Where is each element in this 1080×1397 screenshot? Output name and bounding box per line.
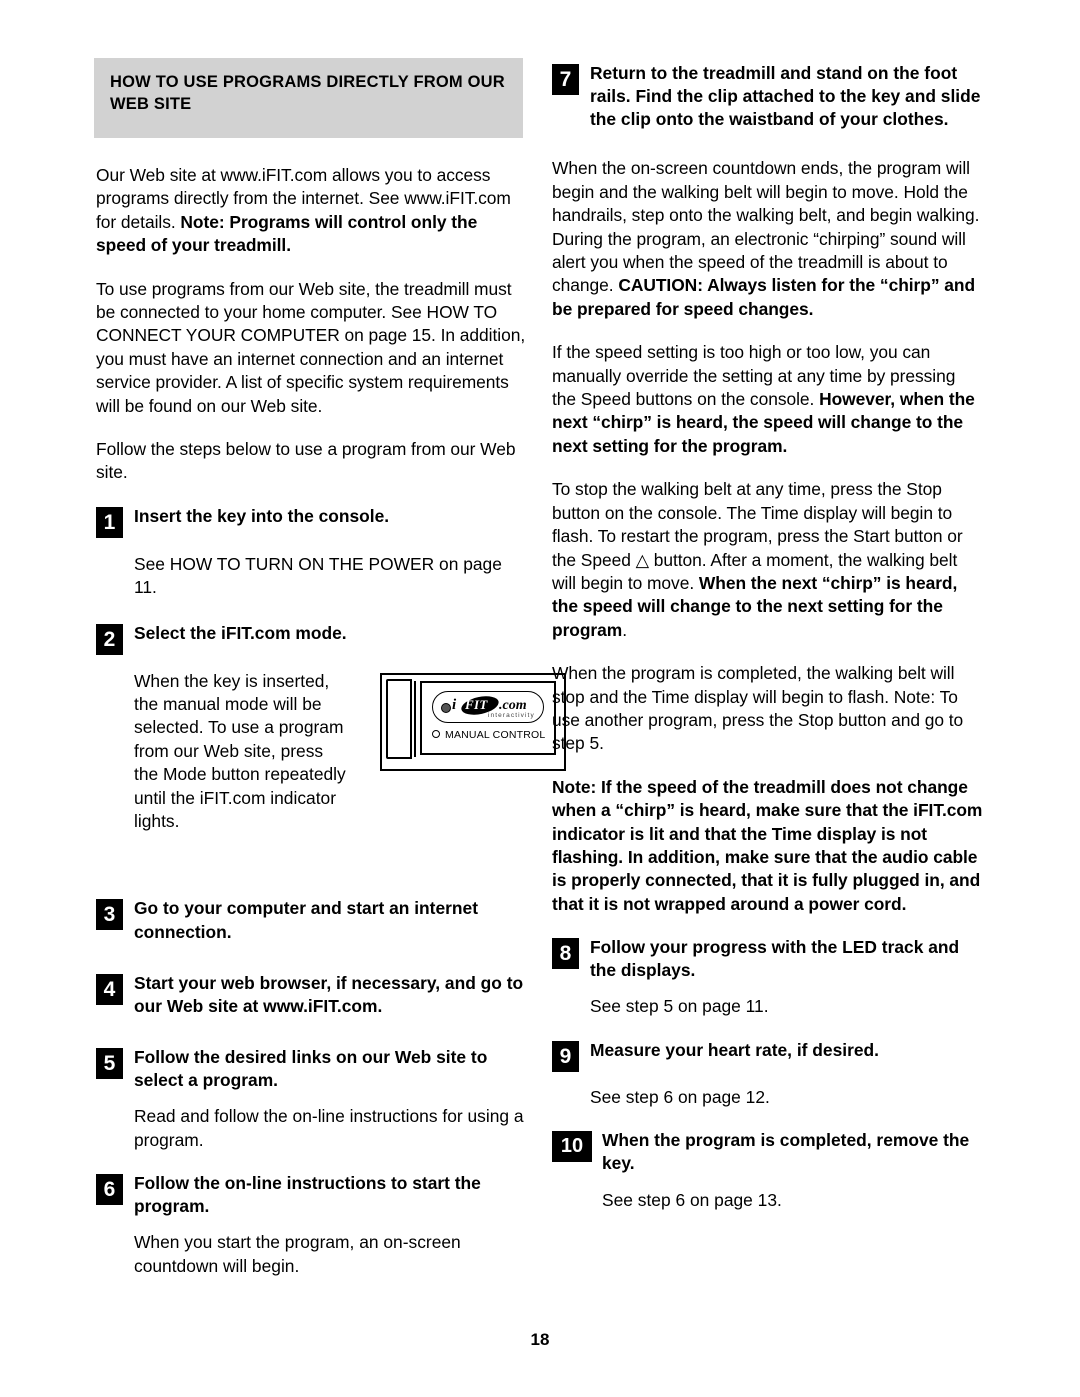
paragraph-countdown: When the on-screen countdown ends, the p… xyxy=(552,157,984,321)
step-8-number: 8 xyxy=(552,938,579,970)
step-2-number: 2 xyxy=(96,623,123,655)
step-6: 6 Follow the on-line instructions to sta… xyxy=(96,1172,528,1218)
step-1: 1 Insert the key into the console. xyxy=(96,505,528,539)
step-10: 10 When the program is completed, remove… xyxy=(552,1129,984,1175)
step-8: 8 Follow your progress with the LED trac… xyxy=(552,936,984,982)
step-5: 5 Follow the desired links on our Web si… xyxy=(96,1046,528,1092)
step-2-body: When the key is inserted, the manual mod… xyxy=(134,670,346,831)
manual-control-row: MANUAL CONTROL xyxy=(432,729,545,741)
ifit-logo: i FIT .com interactivity xyxy=(452,692,544,722)
step-7-number: 7 xyxy=(552,64,579,95)
step-3: 3 Go to your computer and start an inter… xyxy=(96,897,528,943)
ifit-logo-oval-border: i FIT .com interactivity xyxy=(432,690,544,723)
manual-control-led-icon xyxy=(432,729,440,738)
left-column: HOW TO USE PROGRAMS DIRECTLY FROM OUR WE… xyxy=(94,58,566,1298)
step-5-title: Follow the desired links on our Web site… xyxy=(134,1046,488,1091)
step-1-body: See HOW TO TURN ON THE POWER on page 11. xyxy=(134,553,502,598)
step-7-title: Return to the treadmill and stand on the… xyxy=(590,63,981,130)
step-2-title: Select the iFIT.com mode. xyxy=(134,622,347,643)
console-left-panel xyxy=(386,678,416,759)
ifit-logo-i: i xyxy=(452,696,457,713)
step-4-number: 4 xyxy=(96,973,123,1005)
step-5-number: 5 xyxy=(96,1047,123,1079)
step-9-body: See step 6 on page 12. xyxy=(590,1086,770,1107)
step-6-title: Follow the on-line instructions to start… xyxy=(134,1173,481,1217)
step-4-title: Start your web browser, if necessary, an… xyxy=(134,972,524,1016)
step-3-title: Go to your computer and start an interne… xyxy=(134,898,478,942)
step-10-body: See step 6 on page 13. xyxy=(602,1189,782,1210)
paragraph-troubleshooting-note: Note: If the speed of the treadmill does… xyxy=(552,776,983,914)
console-display-panel: i FIT .com interactivity MANUAL CONTROL xyxy=(420,680,556,755)
paragraph-stop-tail: . xyxy=(622,619,627,640)
step-8-body: See step 5 on page 11. xyxy=(590,996,769,1017)
step-7: 7 Return to the treadmill and stand on t… xyxy=(552,62,984,131)
paragraph-program-completed: When the program is completed, the walki… xyxy=(552,663,964,754)
step-5-body: Read and follow the on-line instructions… xyxy=(134,1106,524,1150)
step-1-title: Insert the key into the console. xyxy=(134,505,390,526)
ifit-indicator-led-icon xyxy=(441,702,451,713)
step-9: 9 Measure your heart rate, if desired. xyxy=(552,1039,984,1073)
intro-paragraph-1: Our Web site at www.iFIT.com allows you … xyxy=(96,164,528,258)
speed-up-triangle-icon: △ xyxy=(635,549,649,570)
page-number: 18 xyxy=(530,1330,550,1349)
step-4: 4 Start your web browser, if necessary, … xyxy=(96,972,528,1018)
step-2: 2 Select the iFIT.com mode. xyxy=(96,622,528,656)
step-8-title: Follow your progress with the LED track … xyxy=(590,937,960,981)
step-6-number: 6 xyxy=(96,1174,123,1206)
step-6-body: When you start the program, an on-screen… xyxy=(134,1232,461,1276)
ifit-logo-fit: FIT xyxy=(465,696,488,712)
manual-page: HOW TO USE PROGRAMS DIRECTLY FROM OUR WE… xyxy=(0,0,1080,1397)
intro-paragraph-3: Follow the steps below to use a program … xyxy=(96,438,516,483)
step-10-title: When the program is completed, remove th… xyxy=(602,1130,970,1174)
ifit-logo-com: .com xyxy=(499,697,527,713)
section-header: HOW TO USE PROGRAMS DIRECTLY FROM OUR WE… xyxy=(94,58,523,138)
ifit-logo-tagline: interactivity xyxy=(488,711,535,719)
manual-control-label: MANUAL CONTROL xyxy=(445,728,546,741)
paragraph-stop-restart: To stop the walking belt at any time, pr… xyxy=(552,478,984,642)
step-1-number: 1 xyxy=(96,506,123,538)
right-column: 7 Return to the treadmill and stand on t… xyxy=(552,58,984,1232)
console-figure: i FIT .com interactivity MANUAL CONTROL xyxy=(380,672,566,773)
step-10-number: 10 xyxy=(552,1131,592,1163)
section-header-title: HOW TO USE PROGRAMS DIRECTLY FROM OUR WE… xyxy=(110,73,505,113)
step-9-number: 9 xyxy=(552,1040,579,1072)
step-2-body-with-figure: When the key is inserted, the manual mod… xyxy=(134,670,566,834)
step-3-number: 3 xyxy=(96,899,123,931)
paragraph-speed-override: If the speed setting is too high or too … xyxy=(552,341,984,458)
intro-paragraph-2: To use programs from our Web site, the t… xyxy=(96,278,526,416)
step-9-title: Measure your heart rate, if desired. xyxy=(590,1039,879,1060)
